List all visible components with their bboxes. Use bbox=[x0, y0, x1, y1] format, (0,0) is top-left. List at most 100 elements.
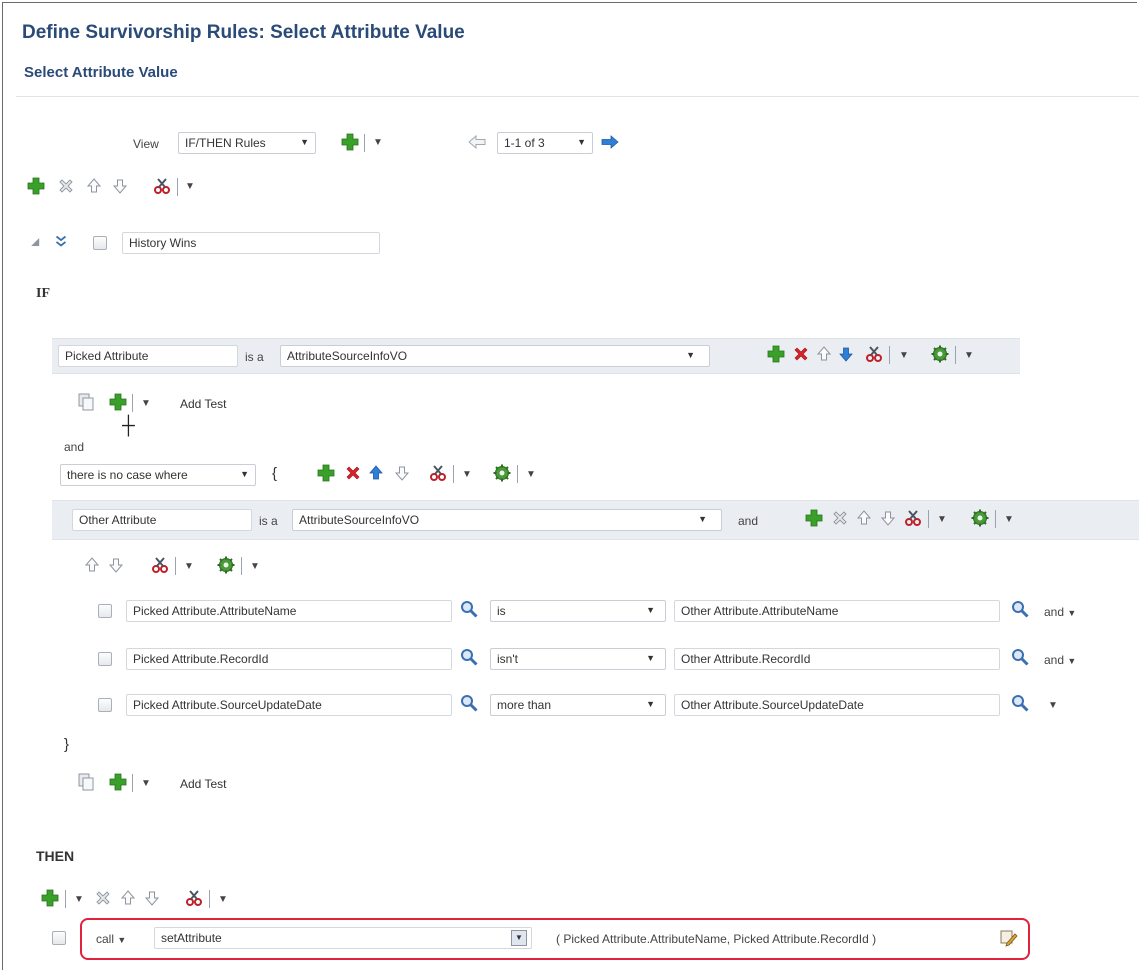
move-up-icon[interactable] bbox=[366, 463, 386, 483]
left-operand-field[interactable]: Picked Attribute.AttributeName bbox=[126, 600, 452, 622]
move-down-icon[interactable] bbox=[142, 888, 162, 908]
move-down-icon[interactable] bbox=[106, 555, 126, 575]
add-icon[interactable] bbox=[766, 344, 786, 364]
cut-icon[interactable] bbox=[864, 344, 884, 364]
pattern-variable-field[interactable]: Other Attribute bbox=[72, 509, 252, 531]
search-icon[interactable] bbox=[459, 647, 479, 667]
cut-icon[interactable] bbox=[428, 463, 448, 483]
chevron-down-icon[interactable]: ▼ bbox=[1004, 514, 1014, 525]
move-up-icon[interactable] bbox=[82, 555, 102, 575]
gear-icon[interactable] bbox=[930, 344, 950, 364]
chevron-down-icon[interactable]: ▼ bbox=[250, 561, 260, 572]
pager-select[interactable]: 1-1 of 3 ▼ bbox=[497, 132, 593, 154]
pattern-variable-field[interactable]: Picked Attribute bbox=[58, 345, 238, 367]
chevron-down-icon[interactable]: ▼ bbox=[937, 514, 947, 525]
delete-action-icon[interactable] bbox=[93, 888, 113, 908]
add-test-icon[interactable] bbox=[108, 392, 128, 412]
move-down-icon[interactable] bbox=[836, 344, 856, 364]
previous-arrow-icon[interactable] bbox=[467, 132, 487, 152]
view-select[interactable]: IF/THEN Rules ▼ bbox=[178, 132, 316, 154]
cut-icon[interactable] bbox=[903, 508, 923, 528]
right-operand-field[interactable]: Other Attribute.RecordId bbox=[674, 648, 1000, 670]
separator bbox=[453, 465, 454, 483]
chevron-down-icon[interactable]: ▼ bbox=[462, 469, 472, 480]
cut-icon[interactable] bbox=[184, 888, 204, 908]
chevron-down-icon[interactable]: ▼ bbox=[185, 181, 195, 192]
chevron-down-icon[interactable]: ▼ bbox=[964, 350, 974, 361]
edit-arguments-icon[interactable] bbox=[999, 928, 1019, 948]
chevron-down-icon[interactable]: ▼ bbox=[1048, 700, 1058, 711]
gear-icon[interactable] bbox=[492, 463, 512, 483]
add-action-icon[interactable] bbox=[40, 888, 60, 908]
add-test-link[interactable]: Add Test bbox=[180, 777, 226, 791]
fact-type-select[interactable]: AttributeSourceInfoVO ▼ bbox=[280, 345, 710, 367]
operator-select[interactable]: is ▼ bbox=[490, 600, 666, 622]
separator bbox=[955, 346, 956, 364]
view-label: View bbox=[133, 137, 159, 151]
left-operand-field[interactable]: Picked Attribute.RecordId bbox=[126, 648, 452, 670]
chevron-down-icon[interactable]: ▼ bbox=[184, 561, 194, 572]
action-checkbox[interactable] bbox=[52, 931, 66, 945]
add-rule-icon[interactable] bbox=[26, 176, 46, 196]
add-icon[interactable] bbox=[804, 508, 824, 528]
add-test-icon[interactable] bbox=[108, 772, 128, 792]
expand-all-icon[interactable] bbox=[52, 232, 70, 250]
close-brace: } bbox=[64, 736, 70, 753]
chevron-down-icon[interactable]: ▼ bbox=[141, 778, 151, 789]
delete-icon[interactable] bbox=[791, 344, 811, 364]
move-up-icon[interactable] bbox=[814, 344, 834, 364]
rule-name-field[interactable]: History Wins bbox=[122, 232, 380, 254]
search-icon[interactable] bbox=[1010, 693, 1030, 713]
add-icon[interactable] bbox=[316, 463, 336, 483]
operator-select[interactable]: more than ▼ bbox=[490, 694, 666, 716]
left-operand-field[interactable]: Picked Attribute.SourceUpdateDate bbox=[126, 694, 452, 716]
search-icon[interactable] bbox=[459, 599, 479, 619]
gear-icon[interactable] bbox=[970, 508, 990, 528]
chevron-down-icon[interactable]: ▼ bbox=[218, 894, 228, 905]
move-down-icon[interactable] bbox=[110, 176, 130, 196]
rule-checkbox[interactable] bbox=[93, 236, 107, 250]
cut-icon[interactable] bbox=[150, 555, 170, 575]
chevron-down-icon[interactable]: ▼ bbox=[74, 894, 84, 905]
function-select[interactable]: setAttribute bbox=[154, 927, 532, 949]
cut-icon[interactable] bbox=[152, 176, 172, 196]
copy-icon[interactable] bbox=[76, 392, 96, 412]
add-test-link[interactable]: Add Test bbox=[180, 397, 226, 411]
separator bbox=[928, 510, 929, 528]
search-icon[interactable] bbox=[459, 693, 479, 713]
chevron-down-icon[interactable]: ▼ bbox=[526, 469, 536, 480]
quantifier-select[interactable]: there is no case where ▼ bbox=[60, 464, 256, 486]
move-down-icon[interactable] bbox=[392, 463, 412, 483]
cursor-crosshair-icon: ┼ bbox=[122, 415, 135, 435]
chevron-down-icon[interactable]: ▼ bbox=[373, 137, 383, 148]
test-checkbox[interactable] bbox=[98, 604, 112, 618]
collapse-triangle-icon[interactable] bbox=[28, 234, 44, 250]
test-connector-select[interactable]: and ▼ bbox=[1044, 653, 1076, 667]
search-icon[interactable] bbox=[1010, 647, 1030, 667]
move-up-icon[interactable] bbox=[854, 508, 874, 528]
move-up-icon[interactable] bbox=[118, 888, 138, 908]
right-operand-field[interactable]: Other Attribute.SourceUpdateDate bbox=[674, 694, 1000, 716]
fact-type-select[interactable]: AttributeSourceInfoVO ▼ bbox=[292, 509, 722, 531]
chevron-down-icon[interactable]: ▼ bbox=[511, 930, 527, 946]
search-icon[interactable] bbox=[1010, 599, 1030, 619]
separator bbox=[517, 465, 518, 483]
add-ruleset-icon[interactable] bbox=[340, 132, 360, 152]
next-arrow-icon[interactable] bbox=[600, 132, 620, 152]
move-up-icon[interactable] bbox=[84, 176, 104, 196]
delete-icon[interactable] bbox=[830, 508, 850, 528]
separator bbox=[177, 178, 178, 196]
test-checkbox[interactable] bbox=[98, 652, 112, 666]
copy-icon[interactable] bbox=[76, 772, 96, 792]
move-down-icon[interactable] bbox=[878, 508, 898, 528]
chevron-down-icon[interactable]: ▼ bbox=[141, 398, 151, 409]
gear-icon[interactable] bbox=[216, 555, 236, 575]
test-checkbox[interactable] bbox=[98, 698, 112, 712]
chevron-down-icon[interactable]: ▼ bbox=[899, 350, 909, 361]
operator-select[interactable]: isn't ▼ bbox=[490, 648, 666, 670]
delete-all-icon[interactable] bbox=[343, 463, 363, 483]
test-connector-select[interactable]: and ▼ bbox=[1044, 605, 1076, 619]
right-operand-field[interactable]: Other Attribute.AttributeName bbox=[674, 600, 1000, 622]
action-type-select[interactable]: call ▼ bbox=[96, 932, 126, 946]
delete-rule-icon[interactable] bbox=[56, 176, 76, 196]
